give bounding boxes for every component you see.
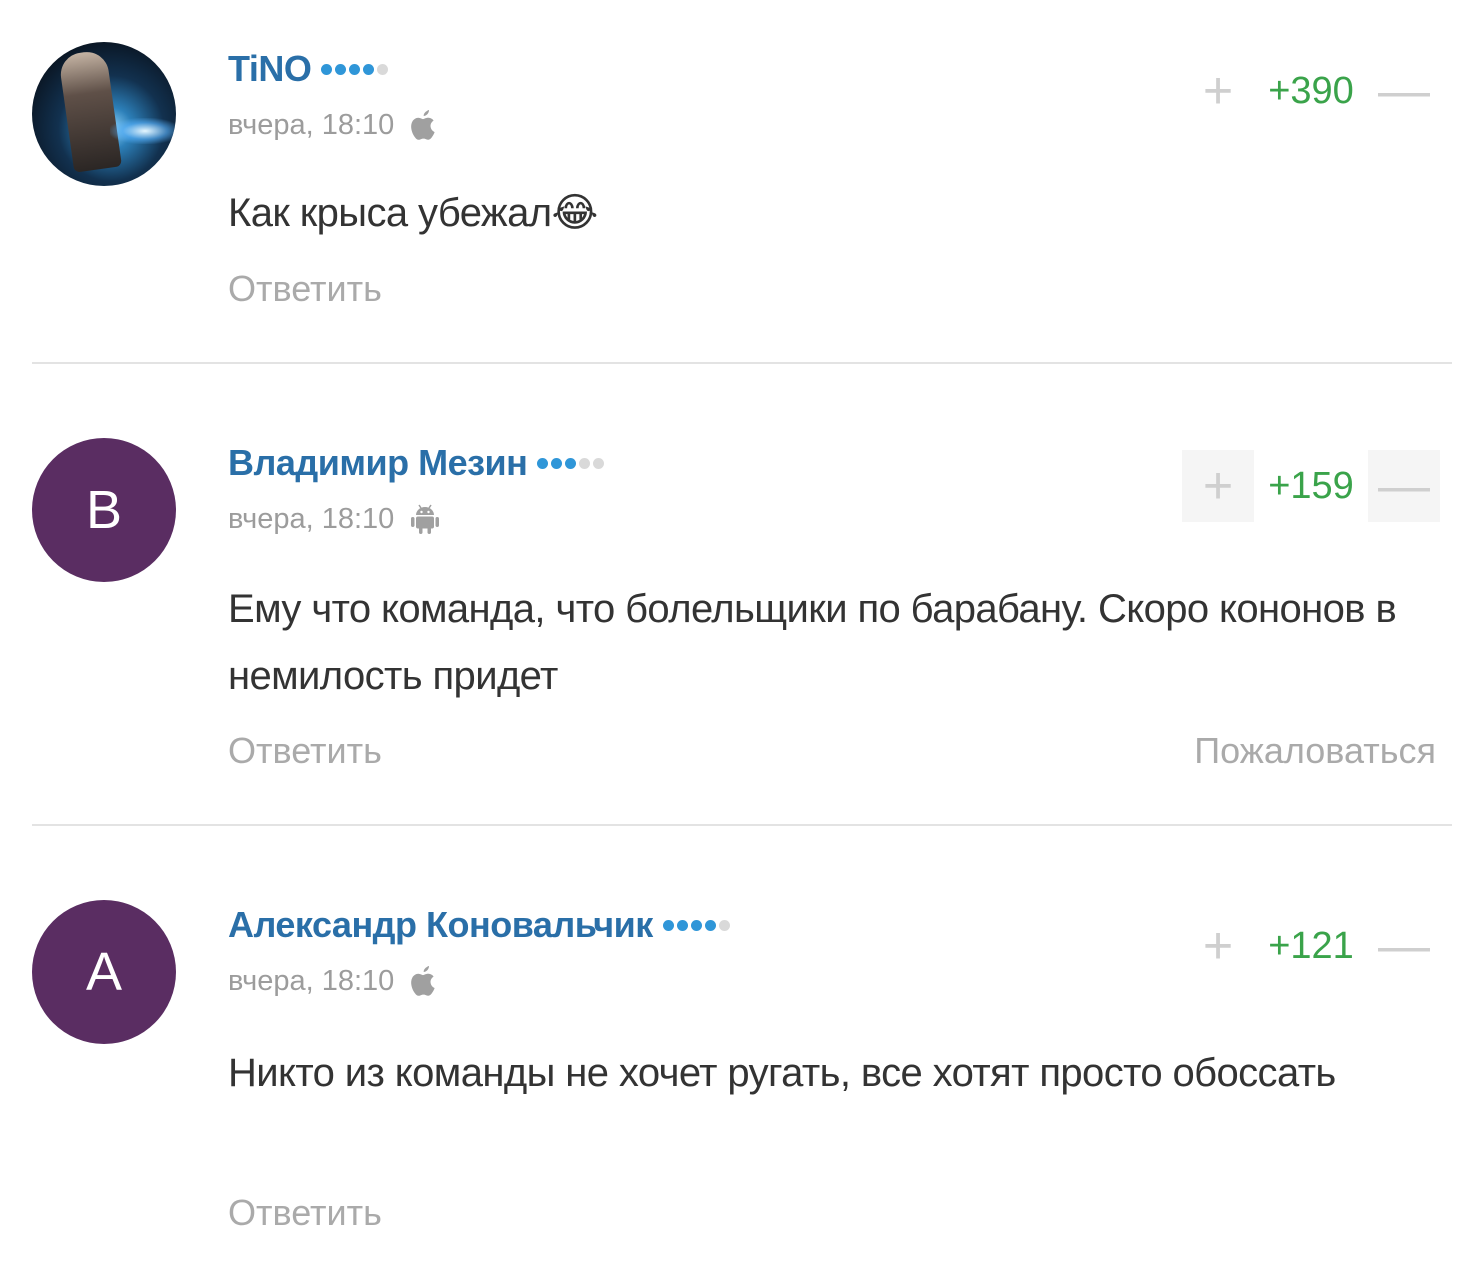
author-row: Александр Коновальчик: [228, 904, 730, 946]
level-dot: [321, 63, 333, 75]
user-level-dots: [537, 457, 605, 469]
upvote-button[interactable]: +: [1182, 910, 1254, 982]
comment-meta: вчера, 18:10: [228, 108, 436, 142]
comment-text: Как крыса убежал😂: [228, 191, 598, 235]
level-dot: [662, 919, 674, 931]
level-dot: [565, 457, 577, 469]
upvote-button[interactable]: +: [1182, 450, 1254, 522]
level-dot: [551, 457, 563, 469]
level-dot: [704, 919, 716, 931]
avatar-photo-light: [110, 118, 176, 144]
report-button[interactable]: Пожаловаться: [1194, 730, 1436, 772]
user-level-dots: [662, 919, 730, 931]
level-dot: [349, 63, 361, 75]
level-dot: [690, 919, 702, 931]
author-name[interactable]: TiNO: [228, 48, 312, 90]
comment-text: Никто из команды не хочет ругать, все хо…: [228, 1051, 1336, 1095]
vote-controls: + +159 —: [1182, 450, 1440, 522]
comment-time: вчера, 18:10: [228, 964, 395, 997]
reply-button[interactable]: Ответить: [228, 730, 382, 772]
android-icon: [408, 502, 442, 536]
avatar-photo-figure: [58, 49, 122, 173]
comment-meta: вчера, 18:10: [228, 964, 436, 998]
comment-time: вчера, 18:10: [228, 108, 395, 141]
reply-button[interactable]: Ответить: [228, 1192, 382, 1234]
level-dot: [593, 457, 605, 469]
avatar[interactable]: А: [32, 900, 176, 1044]
vote-controls: + +121 —: [1182, 910, 1440, 982]
downvote-button[interactable]: —: [1368, 910, 1440, 982]
comment-divider: [32, 362, 1452, 364]
author-name[interactable]: Владимир Мезин: [228, 442, 528, 484]
avatar[interactable]: [32, 42, 176, 186]
avatar-letter: В: [85, 480, 123, 540]
author-row: Владимир Мезин: [228, 442, 605, 484]
comment-text: Ему что команда, что болельщики по бараб…: [228, 587, 1397, 698]
level-dot: [579, 457, 591, 469]
author-row: TiNO: [228, 48, 389, 90]
apple-icon: [408, 108, 436, 142]
avatar[interactable]: В: [32, 438, 176, 582]
avatar-letter: А: [85, 942, 123, 1002]
vote-controls: + +390 —: [1182, 55, 1440, 127]
apple-icon: [408, 964, 436, 998]
level-dot: [335, 63, 347, 75]
upvote-button[interactable]: +: [1182, 55, 1254, 127]
user-level-dots: [321, 63, 389, 75]
vote-score: +121: [1268, 924, 1354, 967]
author-name[interactable]: Александр Коновальчик: [228, 904, 653, 946]
downvote-button[interactable]: —: [1368, 55, 1440, 127]
reply-button[interactable]: Ответить: [228, 268, 382, 310]
comment-divider: [32, 824, 1452, 826]
comment-time: вчера, 18:10: [228, 502, 395, 535]
comment-meta: вчера, 18:10: [228, 502, 442, 536]
level-dot: [718, 919, 730, 931]
vote-score: +390: [1268, 69, 1354, 112]
level-dot: [537, 457, 549, 469]
level-dot: [363, 63, 375, 75]
level-dot: [377, 63, 389, 75]
vote-score: +159: [1268, 464, 1354, 507]
level-dot: [676, 919, 688, 931]
downvote-button[interactable]: —: [1368, 450, 1440, 522]
